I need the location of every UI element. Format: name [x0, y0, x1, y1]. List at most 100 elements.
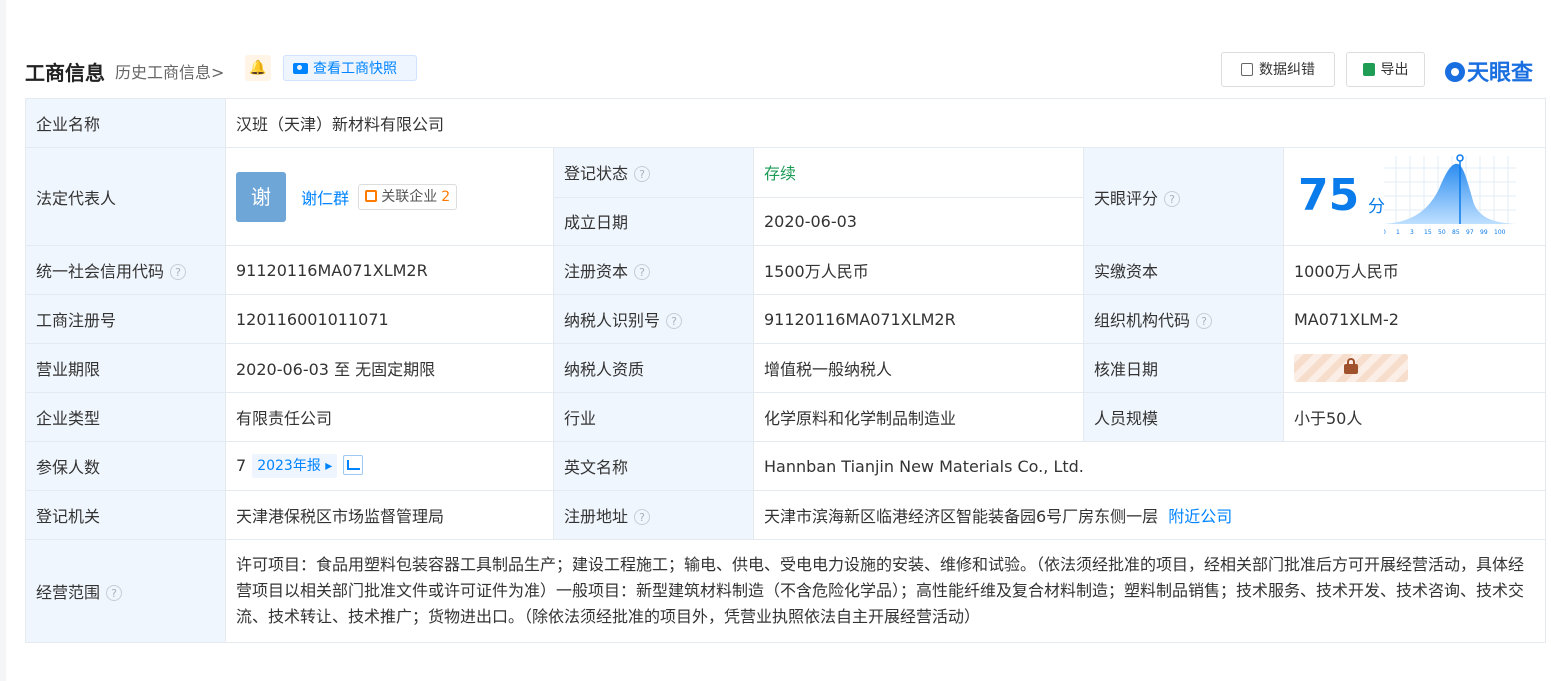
- snapshot-button[interactable]: 查看工商快照: [283, 55, 417, 81]
- lock-icon: [1344, 358, 1358, 374]
- score-distribution-chart: 0 1 3 15 50 85 97 99 100: [1384, 154, 1516, 236]
- reg-capital-label-text: 注册资本: [564, 262, 629, 281]
- score-label: 天眼评分?: [1083, 147, 1284, 246]
- help-icon[interactable]: ?: [170, 264, 187, 280]
- help-icon[interactable]: ?: [1164, 190, 1181, 207]
- scope-label: 经营范围?: [25, 539, 226, 643]
- address-label: 注册地址?: [553, 490, 754, 540]
- industry-label: 行业: [553, 392, 754, 442]
- related-companies-button[interactable]: 关联企业 2: [358, 183, 458, 210]
- english-name-label: 英文名称: [553, 441, 754, 491]
- help-icon[interactable]: ?: [666, 313, 683, 329]
- status-label: 登记状态?: [553, 147, 754, 198]
- network-icon: [365, 189, 378, 202]
- address-cell: 天津市滨海新区临港经济区智能装备园6号厂房东侧一层 附近公司: [752, 490, 1547, 540]
- industry-value: 化学原料和化学制品制造业: [753, 392, 1084, 442]
- help-icon[interactable]: ?: [634, 509, 651, 525]
- term-label: 营业期限: [25, 343, 226, 393]
- staff-size-value: 小于50人: [1282, 392, 1547, 442]
- table-row: 营业期限 2020-06-03 至 无固定期限 纳税人资质 增值税一般纳税人 核…: [25, 343, 1547, 393]
- export-label: 导出: [1380, 62, 1409, 78]
- score-axis-tick: 0: [1384, 229, 1386, 236]
- type-label: 企业类型: [25, 392, 226, 442]
- insured-value: 7: [236, 456, 247, 475]
- table-row: 经营范围? 许可项目：食品用塑料包装容器工具制品生产；建设工程施工；输电、供电、…: [25, 539, 1547, 643]
- org-code-value: MA071XLM-2: [1282, 294, 1547, 344]
- table-row: 工商注册号 120116001011071 纳税人识别号? 91120116MA…: [25, 294, 1547, 344]
- score-cell[interactable]: 75 分 0 1 3 15 50 85: [1282, 147, 1547, 246]
- company-name-label: 企业名称: [25, 98, 226, 148]
- document-icon: [1241, 63, 1253, 76]
- org-code-label: 组织机构代码?: [1083, 294, 1284, 344]
- approval-date-value: [1282, 343, 1547, 393]
- related-count: 2: [441, 188, 451, 205]
- company-name: 汉班（天津）新材料有限公司: [224, 98, 1547, 148]
- score-label-text: 天眼评分: [1094, 188, 1159, 208]
- correct-data-label: 数据纠错: [1259, 62, 1315, 78]
- annual-report-link[interactable]: 2023年报 ▸: [252, 454, 338, 478]
- score-axis-tick: 15: [1424, 229, 1432, 236]
- reg-no-label: 工商注册号: [25, 294, 226, 344]
- english-name-value: Hannban Tianjin New Materials Co., Ltd.: [752, 441, 1547, 491]
- brand-mark-icon: [1445, 62, 1465, 82]
- score-axis-tick: 3: [1410, 229, 1414, 236]
- scope-value: 许可项目：食品用塑料包装容器工具制品生产；建设工程施工；输电、供电、受电电力设施…: [224, 539, 1547, 643]
- score-value: 75: [1298, 170, 1360, 221]
- history-link[interactable]: 历史工商信息>: [115, 59, 224, 83]
- help-icon[interactable]: ?: [1196, 313, 1213, 329]
- paid-capital-label: 实缴资本: [1083, 245, 1284, 295]
- score-axis-tick: 50: [1438, 229, 1446, 236]
- camera-icon: [293, 63, 308, 74]
- credit-code-value: 91120116MA071XLM2R: [225, 245, 554, 295]
- term-value: 2020-06-03 至 无固定期限: [225, 343, 554, 393]
- score-axis-tick: 99: [1480, 229, 1488, 236]
- snapshot-label: 查看工商快照: [313, 61, 397, 77]
- taxpayer-id-label: 纳税人识别号?: [553, 294, 754, 344]
- score-axis-tick: 97: [1466, 229, 1474, 236]
- reg-no-value: 120116001011071: [225, 294, 554, 344]
- taxpayer-id-label-text: 纳税人识别号: [564, 311, 661, 330]
- bell-icon[interactable]: 🔔: [245, 55, 271, 81]
- table-row: 登记机关 天津港保税区市场监督管理局 注册地址? 天津市滨海新区临港经济区智能装…: [25, 490, 1547, 540]
- table-row: 参保人数 7 2023年报 ▸ 英文名称 Hannban Tianjin New …: [25, 441, 1547, 491]
- help-icon[interactable]: ?: [634, 166, 651, 183]
- insured-label: 参保人数: [25, 441, 226, 491]
- nearby-companies-link[interactable]: 附近公司: [1168, 507, 1232, 526]
- founded-label: 成立日期: [553, 196, 754, 246]
- paid-capital-value: 1000万人民币: [1282, 245, 1547, 295]
- status-label-text: 登记状态: [564, 164, 629, 184]
- org-code-label-text: 组织机构代码: [1094, 311, 1191, 330]
- legal-rep-name[interactable]: 谢仁群: [301, 189, 349, 208]
- authority-value: 天津港保税区市场监督管理局: [225, 490, 554, 540]
- locked-value[interactable]: [1294, 354, 1408, 382]
- annual-report-label: 2023年报: [257, 458, 321, 474]
- score-unit: 分: [1368, 197, 1385, 217]
- credit-code-label-text: 统一社会信用代码: [36, 262, 165, 281]
- table-row: 企业名称 汉班（天津）新材料有限公司: [25, 98, 1547, 148]
- help-icon[interactable]: ?: [106, 585, 123, 601]
- left-gutter: [0, 0, 6, 681]
- address-label-text: 注册地址: [564, 507, 629, 526]
- score-marker: [1456, 154, 1464, 162]
- brand-logo: 天眼查: [1445, 55, 1533, 87]
- legal-rep-cell: 谢 谢仁群 关联企业 2: [225, 147, 554, 246]
- taxpayer-id-value: 91120116MA071XLM2R: [753, 294, 1084, 344]
- founded-value: 2020-06-03: [753, 196, 1084, 246]
- credit-code-label: 统一社会信用代码?: [25, 245, 226, 295]
- type-value: 有限责任公司: [225, 392, 554, 442]
- table-row: 企业类型 有限责任公司 行业 化学原料和化学制品制造业 人员规模 小于50人: [25, 392, 1547, 442]
- reg-capital-value: 1500万人民币: [753, 245, 1084, 295]
- approval-date-label: 核准日期: [1083, 343, 1284, 393]
- help-icon[interactable]: ?: [634, 264, 651, 280]
- reg-capital-label: 注册资本?: [553, 245, 754, 295]
- related-label: 关联企业: [381, 188, 438, 205]
- export-button[interactable]: 导出: [1346, 52, 1425, 87]
- legal-rep-label: 法定代表人: [25, 147, 226, 246]
- score-axis-tick: 1: [1396, 229, 1400, 236]
- avatar[interactable]: 谢: [236, 171, 286, 222]
- brand-name: 天眼查: [1467, 61, 1534, 86]
- trend-chart-icon[interactable]: [343, 455, 364, 475]
- correct-data-button[interactable]: 数据纠错: [1221, 52, 1335, 87]
- section-header: 工商信息 历史工商信息> 🔔 查看工商快照 数据纠错 导出 天眼查: [25, 52, 1545, 87]
- authority-label: 登记机关: [25, 490, 226, 540]
